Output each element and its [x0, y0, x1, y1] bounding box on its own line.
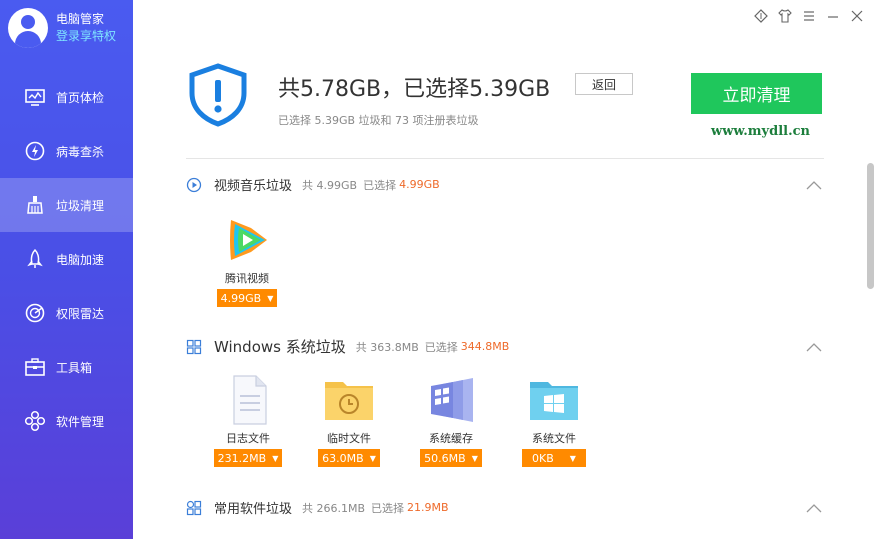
- software-icon: [24, 410, 46, 432]
- sidebar-item-label: 首页体检: [56, 90, 105, 105]
- lightning-icon: [24, 140, 46, 162]
- toolbox-icon: [24, 356, 46, 378]
- shirt-icon[interactable]: [773, 6, 797, 26]
- sidebar-item-checkup[interactable]: 首页体检: [0, 70, 133, 124]
- section-selected-prefix: 已选择: [371, 501, 405, 515]
- back-button[interactable]: 返回: [575, 73, 633, 95]
- monitor-icon: [24, 86, 46, 108]
- item-label: 腾讯视频: [225, 272, 269, 285]
- caret-down-icon: ▼: [272, 453, 279, 463]
- sidebar-item-label: 电脑加速: [56, 252, 105, 267]
- section-header-software[interactable]: 常用软件垃圾 共 266.1MB 已选择 21.9MB: [186, 498, 449, 517]
- size-dropdown[interactable]: 0KB ▼: [522, 449, 586, 467]
- section-selected: 21.9MB: [407, 501, 449, 514]
- item-label: 系统文件: [532, 432, 576, 445]
- list-item[interactable]: 系统文件 0KB ▼: [519, 374, 589, 467]
- tencent-video-icon: [230, 220, 267, 260]
- item-label: 系统缓存: [429, 432, 473, 445]
- app-window: 电脑管家 登录享特权 首页体检 病毒查杀 垃圾清理 电脑加速 权限雷达 工具箱 …: [0, 0, 877, 539]
- minimize-icon[interactable]: [821, 6, 845, 26]
- list-item[interactable]: 临时文件 63.0MB ▼: [314, 374, 384, 467]
- radar-icon: [24, 302, 46, 324]
- sidebar-item-toolbox[interactable]: 工具箱: [0, 340, 133, 394]
- divider: [186, 158, 824, 159]
- item-label: 日志文件: [226, 432, 270, 445]
- user-name: 电脑管家: [56, 12, 105, 26]
- sidebar-item-label: 垃圾清理: [56, 198, 105, 213]
- sidebar-item-label: 软件管理: [56, 414, 105, 429]
- sidebar-item-label: 工具箱: [56, 360, 93, 375]
- section-selected: 344.8MB: [460, 340, 510, 353]
- section-total: 共 266.1MB: [302, 501, 366, 515]
- clean-now-button[interactable]: 立即清理: [691, 73, 822, 114]
- scan-subsummary: 已选择 5.39GB 垃圾和 73 项注册表垃圾: [278, 114, 479, 127]
- temp-folder-icon: [325, 382, 373, 420]
- sidebar-item-speedup[interactable]: 电脑加速: [0, 232, 133, 286]
- user-panel[interactable]: 电脑管家 登录享特权: [8, 8, 116, 48]
- section-header-windows[interactable]: Windows 系统垃圾 共 363.8MB 已选择 344.8MB: [186, 336, 509, 357]
- size-value: 50.6MB: [424, 451, 466, 465]
- size-value: 63.0MB: [322, 451, 364, 465]
- system-cache-icon: [431, 378, 473, 422]
- avatar[interactable]: [8, 8, 48, 48]
- section-selected-prefix: 已选择: [424, 340, 458, 354]
- sidebar-item-radar[interactable]: 权限雷达: [0, 286, 133, 340]
- broom-icon: [24, 194, 46, 216]
- caret-down-icon: ▼: [471, 453, 478, 463]
- section-total: 共 363.8MB: [355, 340, 419, 354]
- chevron-up-icon[interactable]: [806, 503, 822, 513]
- caret-down-icon: ▼: [369, 453, 376, 463]
- section-title: 视频音乐垃圾: [214, 179, 293, 194]
- scan-summary: 共5.78GB，已选择5.39GB: [278, 77, 551, 102]
- size-value: 231.2MB: [217, 451, 267, 465]
- windows-icon: [186, 339, 202, 354]
- list-item[interactable]: 系统缓存 50.6MB ▼: [416, 374, 486, 467]
- list-item[interactable]: 日志文件 231.2MB ▼: [213, 374, 283, 467]
- section-selected: 4.99GB: [399, 178, 440, 191]
- size-value: 0KB: [532, 451, 554, 465]
- shield-icon: [189, 63, 247, 127]
- caret-down-icon: ▼: [569, 453, 576, 463]
- login-link[interactable]: 登录享特权: [56, 27, 116, 45]
- scrollbar-thumb[interactable]: [867, 163, 874, 289]
- sidebar: 电脑管家 登录享特权 首页体检 病毒查杀 垃圾清理 电脑加速 权限雷达 工具箱 …: [0, 0, 133, 539]
- list-item[interactable]: 腾讯视频 4.99GB ▼: [212, 214, 282, 307]
- size-dropdown[interactable]: 50.6MB ▼: [420, 449, 482, 467]
- section-title: Windows 系统垃圾: [214, 338, 346, 356]
- apps-grid-icon: [186, 500, 202, 515]
- play-circle-icon: [186, 177, 202, 192]
- sidebar-nav: 首页体检 病毒查杀 垃圾清理 电脑加速 权限雷达 工具箱 软件管理: [0, 70, 133, 448]
- log-file-icon: [233, 375, 267, 425]
- watermark-site: www.mydll.cn: [711, 124, 810, 139]
- rocket-icon: [24, 248, 46, 270]
- section-selected-prefix: 已选择: [363, 178, 397, 192]
- caret-down-icon: ▼: [267, 293, 274, 303]
- section-header-video[interactable]: 视频音乐垃圾 共 4.99GB 已选择 4.99GB: [186, 175, 440, 194]
- system-files-folder-icon: [530, 382, 578, 420]
- sidebar-item-label: 权限雷达: [56, 306, 105, 321]
- size-dropdown[interactable]: 231.2MB ▼: [213, 449, 283, 467]
- size-dropdown[interactable]: 4.99GB ▼: [216, 289, 278, 307]
- sidebar-item-cleanup[interactable]: 垃圾清理: [0, 178, 133, 232]
- sidebar-item-virus[interactable]: 病毒查杀: [0, 124, 133, 178]
- item-label: 临时文件: [327, 432, 371, 445]
- size-value: 4.99GB: [220, 291, 262, 305]
- skin-icon[interactable]: [749, 6, 773, 26]
- chevron-up-icon[interactable]: [806, 180, 822, 190]
- size-dropdown[interactable]: 63.0MB ▼: [318, 449, 380, 467]
- section-title: 常用软件垃圾: [214, 502, 293, 517]
- close-icon[interactable]: [845, 6, 869, 26]
- sidebar-item-label: 病毒查杀: [56, 144, 105, 159]
- window-controls: [749, 6, 869, 26]
- sidebar-item-software[interactable]: 软件管理: [0, 394, 133, 448]
- section-total: 共 4.99GB: [302, 178, 358, 192]
- menu-icon[interactable]: [797, 6, 821, 26]
- chevron-up-icon[interactable]: [806, 342, 822, 352]
